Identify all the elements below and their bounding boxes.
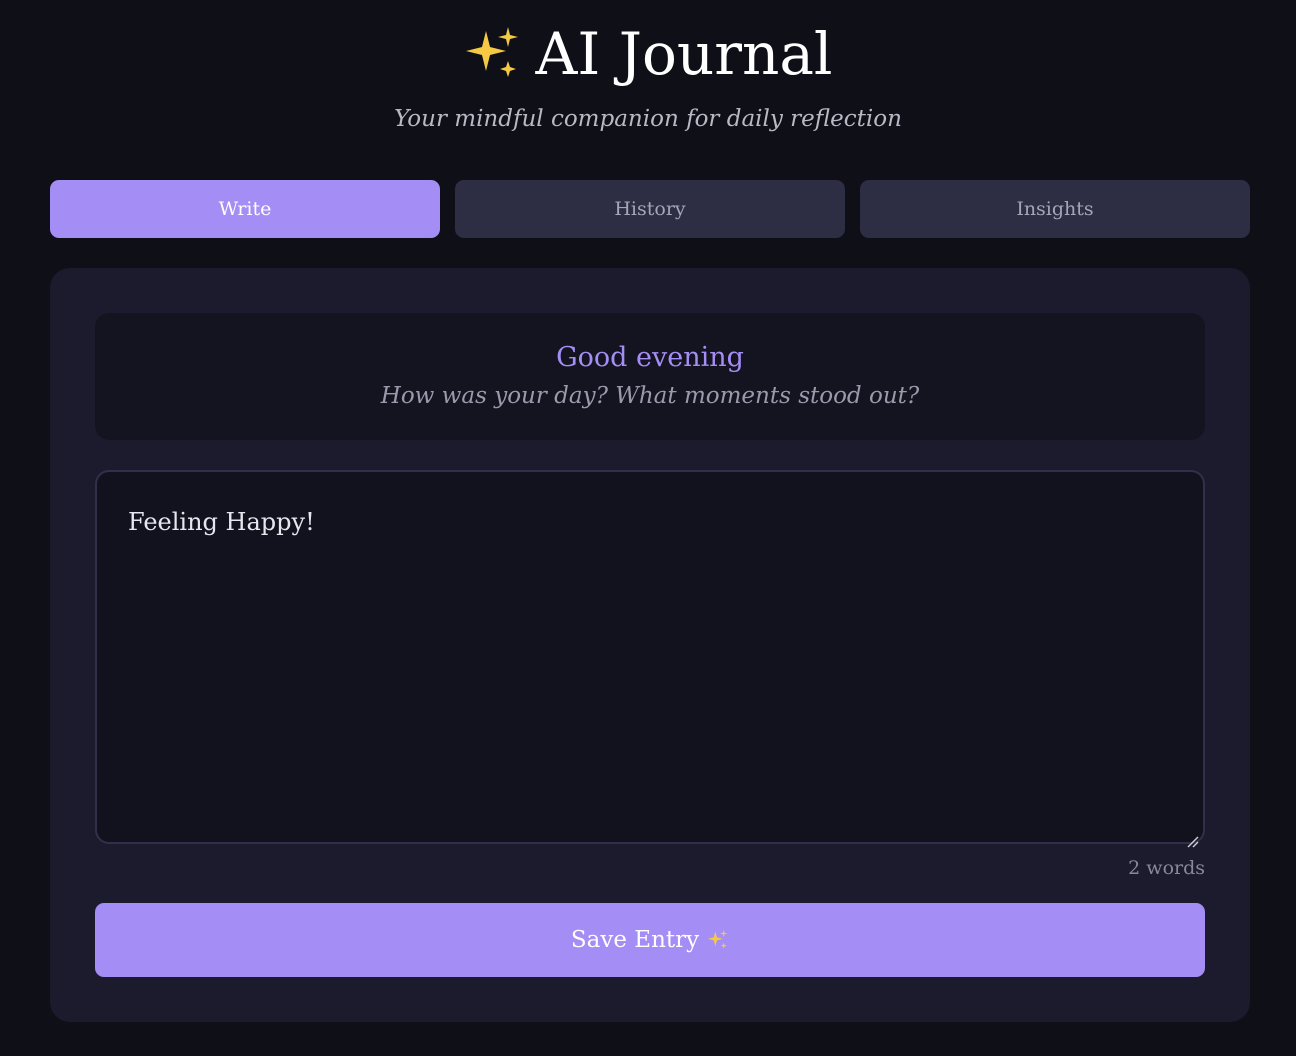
sparkles-icon (464, 25, 522, 83)
resize-handle-icon[interactable] (1187, 826, 1199, 848)
tab-write[interactable]: Write (50, 180, 440, 238)
journal-entry-text: Feeling Happy! (128, 508, 315, 536)
journal-entry-textarea[interactable]: Feeling Happy! (95, 470, 1205, 848)
save-entry-button[interactable]: Save Entry (95, 903, 1205, 977)
word-count: 2 words (1128, 857, 1205, 879)
journal-card: Good evening How was your day? What mome… (50, 268, 1250, 1022)
greeting-panel: Good evening How was your day? What mome… (95, 313, 1205, 440)
page-subtitle: Your mindful companion for daily reflect… (394, 106, 902, 132)
greeting-prompt: How was your day? What moments stood out… (380, 383, 920, 409)
tab-history[interactable]: History (455, 180, 845, 238)
sparkles-icon (707, 929, 729, 951)
page-title: AI Journal (0, 14, 1296, 94)
page-title-text: AI Journal (535, 20, 833, 88)
tab-insights[interactable]: Insights (860, 180, 1250, 238)
tab-bar: Write History Insights (50, 180, 1250, 238)
save-entry-label: Save Entry (570, 927, 700, 953)
greeting-title: Good evening (556, 342, 744, 373)
